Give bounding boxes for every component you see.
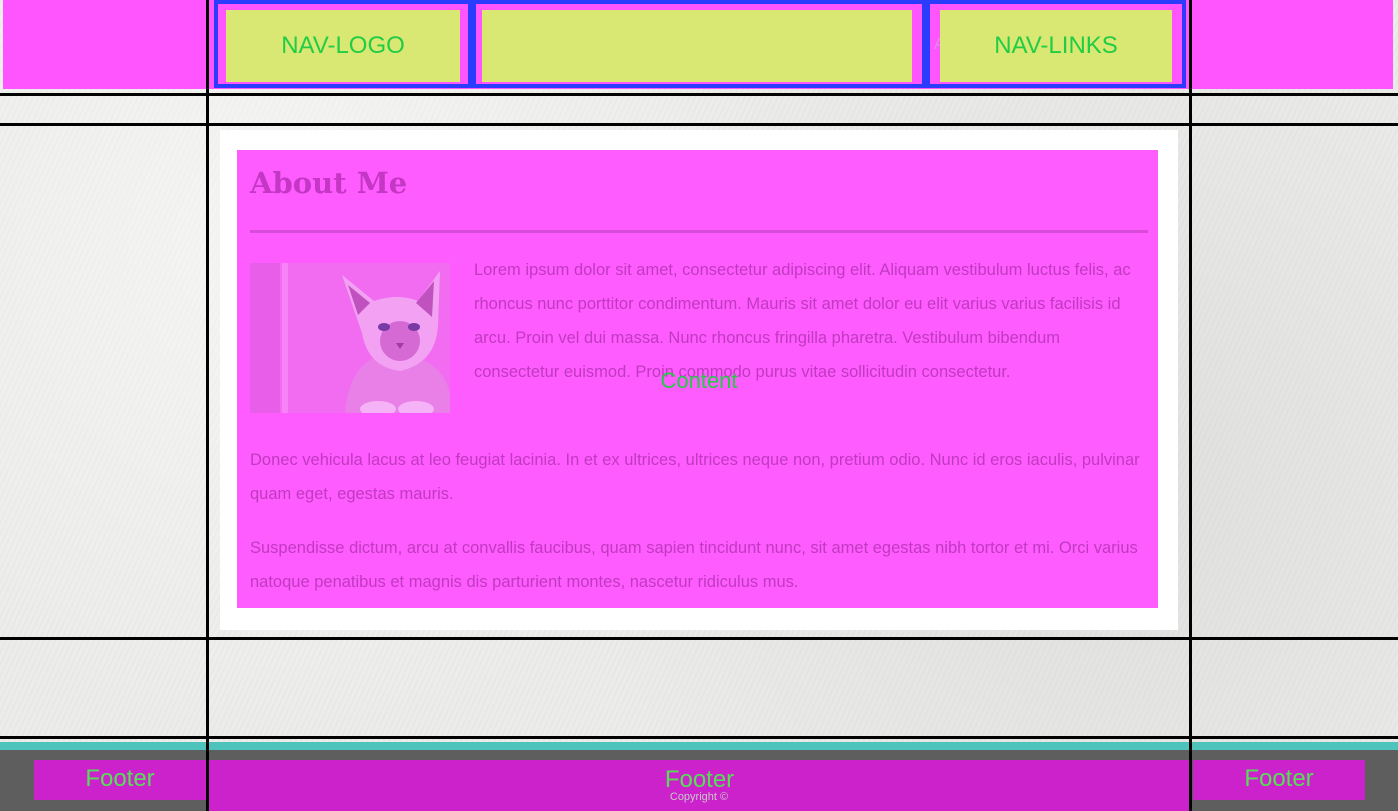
paragraph-intro: Lorem ipsum dolor sit amet, consectetur … [474,261,1131,381]
nav-links-region[interactable]: A NAV-LINKS [926,0,1186,88]
page-title: About Me [250,166,408,200]
nav-logo-region[interactable]: NAV-LOGO [214,0,472,88]
nav-middle-placeholder [482,10,912,82]
paragraph-second: Donec vehicula lacus at leo feugiat laci… [250,451,1140,503]
footer-center-label: Footer [664,766,735,793]
nav-logo-label: NAV-LOGO [281,32,405,59]
nav-logo[interactable]: NAV-LOGO [226,10,460,82]
grid-line-v1 [206,0,209,811]
footer-right-label: Footer [1244,765,1314,792]
footer-left-label: Footer [85,765,155,792]
cat-photo [250,263,450,413]
nav-links-label: NAV-LINKS [994,32,1118,59]
nav-middle-region [472,0,926,88]
cat-illustration-icon [250,263,450,413]
heading-divider [250,230,1148,233]
nav-links[interactable]: NAV-LINKS [940,10,1172,82]
footer-center-region: Footer [209,760,1190,811]
paragraph-third: Suspendisse dictum, arcu at convallis fa… [250,539,1138,591]
grid-line-v2 [1189,0,1192,811]
